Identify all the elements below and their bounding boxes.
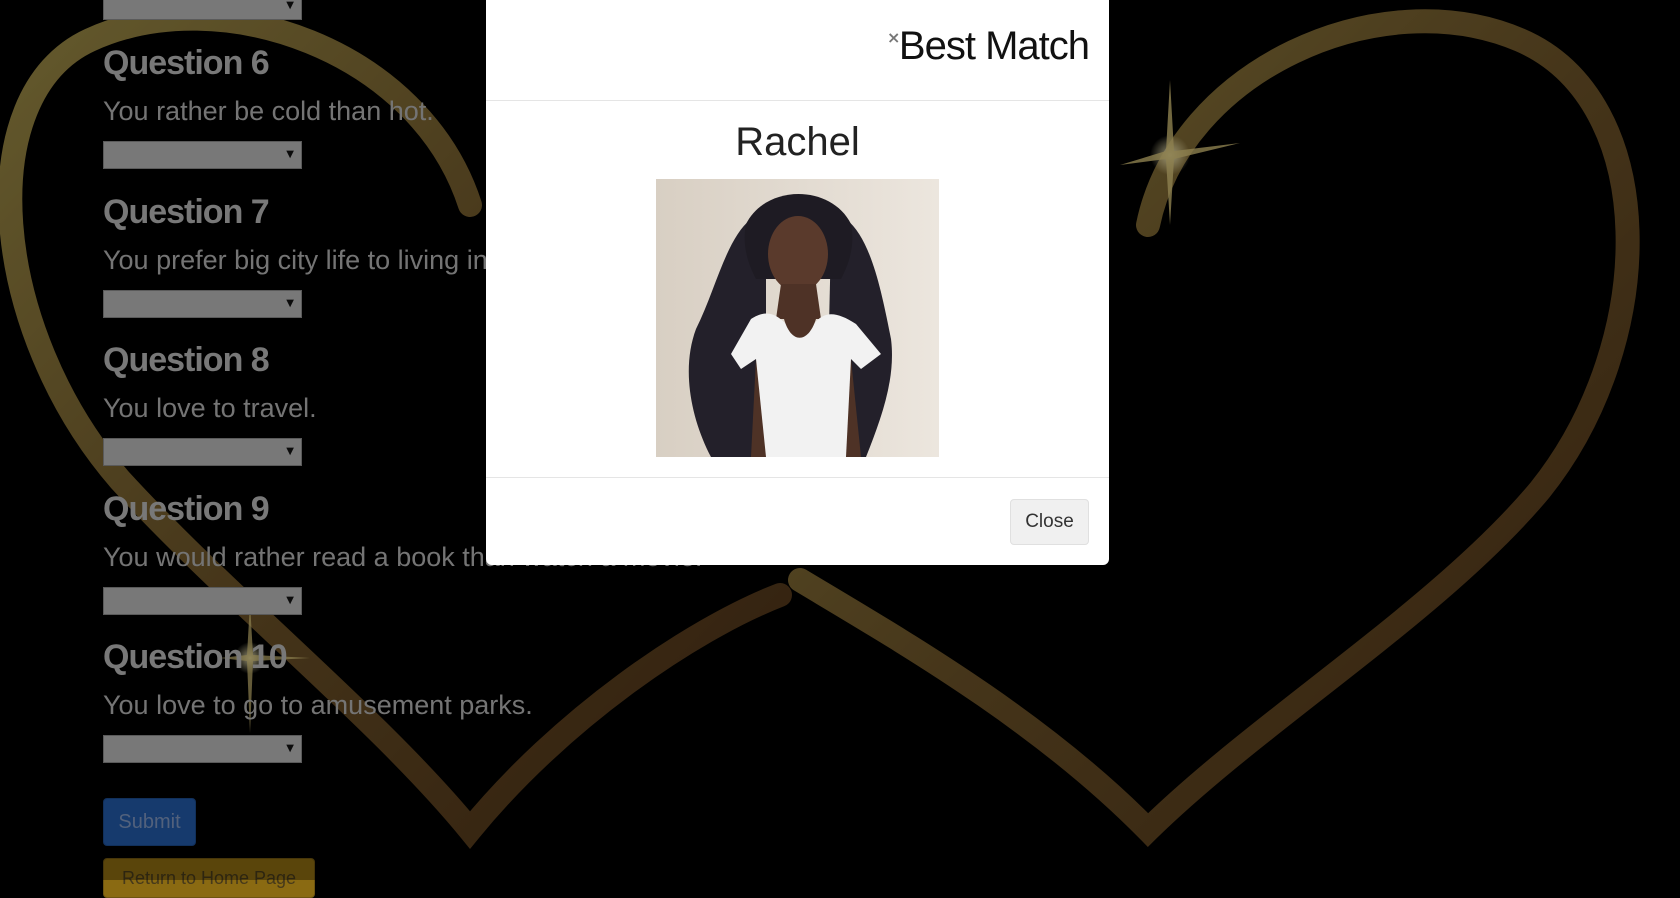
modal-header: × Best Match [486,0,1109,101]
match-name: Rachel [735,120,860,164]
modal-title: Best Match [898,24,1090,68]
match-photo [656,179,939,457]
close-button[interactable]: Close [1010,499,1089,545]
best-match-modal: × Best Match Rachel Close [486,0,1109,565]
modal-footer: Close [486,477,1109,566]
